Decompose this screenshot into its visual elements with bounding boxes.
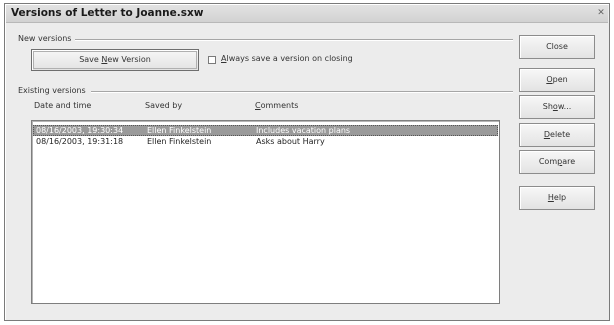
existing-versions-separator (91, 91, 513, 93)
version-comment: Includes vacation plans (256, 126, 351, 135)
compare-button-post: are (562, 157, 576, 166)
delete-button[interactable]: Delete (519, 123, 595, 147)
compare-button[interactable]: Compare (519, 150, 595, 174)
show-button-post: w... (557, 102, 572, 111)
versions-dialog: Versions of Letter to Joanne.sxw ✕ New v… (4, 3, 610, 321)
window-close-icon[interactable]: ✕ (596, 7, 606, 19)
show-button-pre: Sh (542, 102, 553, 111)
version-saved-by: Ellen Finkelstein (147, 126, 212, 135)
column-date-and-time[interactable]: Date and time (34, 101, 91, 110)
show-button[interactable]: Show... (519, 95, 595, 119)
window-title: Versions of Letter to Joanne.sxw (11, 7, 204, 19)
help-button-rest: elp (553, 193, 567, 202)
column-comments[interactable]: Comments (255, 101, 298, 110)
versions-list[interactable]: 08/16/2003, 19:30:34 Ellen Finkelstein I… (31, 120, 500, 304)
always-save-checkbox[interactable] (208, 56, 216, 64)
column-saved-by[interactable]: Saved by (145, 101, 182, 110)
open-button[interactable]: Open (519, 68, 595, 92)
open-button-rest: pen (552, 75, 568, 84)
compare-button-pre: Com (538, 157, 558, 166)
existing-versions-group-label: Existing versions (18, 86, 89, 95)
close-button[interactable]: Close (519, 35, 595, 59)
version-saved-by: Ellen Finkelstein (147, 137, 212, 146)
version-row[interactable]: 08/16/2003, 19:31:18 Ellen Finkelstein A… (33, 136, 498, 147)
save-new-version-button[interactable]: Save New Version (31, 49, 199, 71)
version-comment: Asks about Harry (256, 137, 325, 146)
version-row[interactable]: 08/16/2003, 19:30:34 Ellen Finkelstein I… (33, 125, 498, 136)
delete-button-rest: elete (550, 130, 571, 139)
always-save-label[interactable]: Always save a version on closing (221, 54, 353, 63)
version-date: 08/16/2003, 19:31:18 (36, 137, 124, 146)
new-versions-separator (75, 39, 513, 41)
version-date: 08/16/2003, 19:30:34 (36, 126, 124, 135)
title-bar: Versions of Letter to Joanne.sxw ✕ (6, 5, 608, 23)
always-save-label-rest: lways save a version on closing (226, 54, 353, 63)
column-comments-rest: omments (260, 101, 299, 110)
save-new-version-label-post: ew Version (107, 55, 151, 64)
new-versions-group-label: New versions (18, 34, 75, 43)
save-new-version-label-pre: Save (79, 55, 102, 64)
help-button[interactable]: Help (519, 186, 595, 210)
